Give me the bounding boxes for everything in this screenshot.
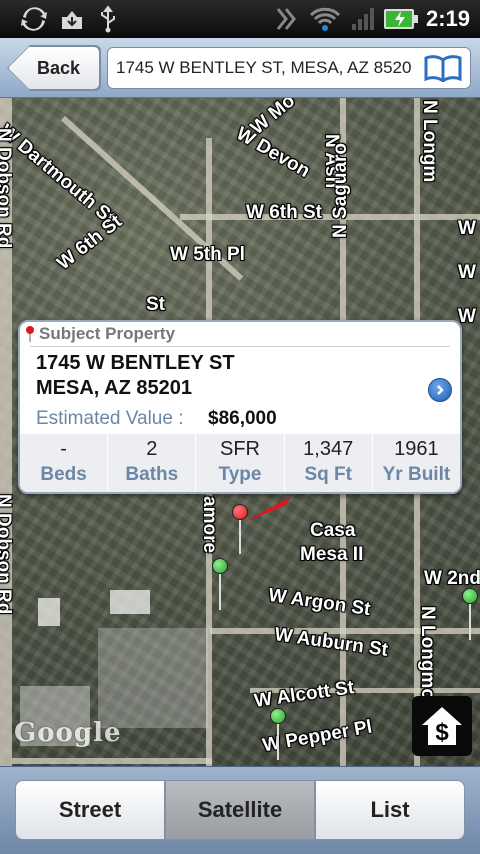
stat-label: Yr Built <box>382 464 451 485</box>
address-line-1: 1745 W BENTLEY ST <box>36 352 235 374</box>
building <box>38 598 60 626</box>
map-pin-stem <box>469 604 471 640</box>
stat-beds: - Beds <box>20 434 107 492</box>
street-label: W 6th St <box>246 202 322 223</box>
pin-direction-flag <box>244 496 292 522</box>
svg-text:$: $ <box>435 719 449 746</box>
building <box>110 590 150 614</box>
street-label: amore <box>199 496 220 554</box>
map-pin-stem <box>219 572 221 610</box>
stat-sqft: 1,347 Sq Ft <box>283 434 372 492</box>
street-label: W 2nd <box>424 568 480 589</box>
address-search-field[interactable]: 1745 W BENTLEY ST, MESA, AZ 8520 <box>107 47 471 89</box>
location-pin-icon <box>26 326 34 342</box>
stat-baths: 2 Baths <box>107 434 195 492</box>
signal-strength-icon <box>272 5 300 33</box>
stat-value: 2 <box>146 438 158 460</box>
stat-year-built: 1961 Yr Built <box>371 434 460 492</box>
clock-time: 2:19 <box>425 6 470 31</box>
street-label: W Argon St <box>267 584 372 621</box>
street-label: N Dobson Rd <box>0 128 14 249</box>
google-logo: Google <box>14 718 122 748</box>
comparable-property-pin[interactable] <box>270 708 286 724</box>
comparable-property-pin[interactable] <box>462 588 478 604</box>
sync-icon <box>18 5 50 33</box>
estimated-value: $86,000 <box>208 408 277 429</box>
stat-type: SFR Type <box>195 434 283 492</box>
address-line-2: MESA, AZ 85201 <box>36 377 192 399</box>
stat-value: SFR <box>220 438 260 460</box>
street-label: N Dobson Rd <box>0 494 14 615</box>
status-bar: 2:19 <box>0 0 480 38</box>
comparable-property-pin[interactable] <box>212 558 228 574</box>
stat-label: Beds <box>40 464 87 485</box>
estimated-value-label: Estimated Value : <box>36 408 184 429</box>
chevron-right-icon <box>437 385 444 395</box>
top-toolbar: Back 1745 W BENTLEY ST, MESA, AZ 8520 <box>0 38 480 98</box>
address-search-value: 1745 W BENTLEY ST, MESA, AZ 8520 <box>116 58 412 77</box>
usb-icon <box>94 5 122 33</box>
street-label: N Longm <box>419 100 440 183</box>
cell-signal-icon <box>350 5 376 33</box>
parking-lot <box>98 628 208 728</box>
stat-label: Type <box>218 464 262 485</box>
street-label: W <box>458 218 476 239</box>
back-button[interactable]: Back <box>8 46 100 90</box>
street-label: Mesa II <box>300 544 364 565</box>
details-arrow-button[interactable] <box>428 378 452 402</box>
stat-label: Baths <box>125 464 179 485</box>
stat-label: Sq Ft <box>304 464 352 485</box>
street-label: W Devon <box>232 123 314 182</box>
property-callout[interactable]: Subject Property 1745 W BENTLEY ST MESA,… <box>18 320 462 494</box>
street-label: Casa <box>310 520 356 541</box>
street-label: St <box>146 294 165 315</box>
wifi-icon <box>308 5 342 33</box>
stat-value: 1,347 <box>303 438 354 460</box>
download-icon <box>58 5 86 33</box>
street-label: N Saguaro <box>330 142 351 238</box>
map-pin-stem <box>239 518 241 554</box>
tab-street[interactable]: Street <box>15 780 165 840</box>
battery-charging-icon <box>382 5 420 33</box>
home-dollar-icon[interactable]: $ <box>412 696 472 756</box>
property-stats: - Beds 2 Baths SFR Type 1,347 Sq Ft 1961… <box>20 434 460 492</box>
tab-satellite[interactable]: Satellite <box>165 780 315 840</box>
tab-list[interactable]: List <box>315 780 465 840</box>
street-label: W 6th St <box>53 210 127 275</box>
stat-value: - <box>60 438 67 460</box>
map-mode-tabbar: Street Satellite List <box>0 766 480 854</box>
map-road <box>12 758 212 764</box>
street-label: W Dartmouth St <box>0 120 120 229</box>
map-pin-stem <box>277 724 279 760</box>
bookmarks-icon[interactable] <box>422 52 464 84</box>
street-label: W 5th Pl <box>170 244 245 265</box>
street-label: W <box>458 262 476 283</box>
callout-title: Subject Property <box>24 324 175 344</box>
divider <box>30 346 450 347</box>
callout-title-text: Subject Property <box>39 324 176 343</box>
stat-value: 1961 <box>394 438 439 460</box>
